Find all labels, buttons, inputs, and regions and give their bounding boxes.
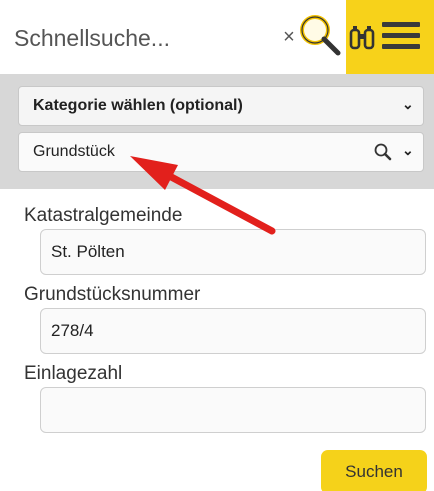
category-select-label: Kategorie wählen (optional) [33,97,243,114]
einlagezahl-field[interactable] [40,387,426,433]
hamburger-menu-icon[interactable] [382,22,420,54]
page: × Kategorie wählen (optional) ⌄ Grundstü… [0,0,434,491]
search-submit-button[interactable]: Suchen [321,450,427,491]
grundstuecksnummer-field[interactable] [40,308,426,354]
katastralgemeinde-label: Katastralgemeinde [24,205,183,226]
katastralgemeinde-field[interactable] [40,229,426,275]
quick-search-input[interactable] [14,18,276,58]
magnifier-icon[interactable] [298,13,342,57]
chevron-down-icon: ⌄ [402,142,414,158]
einlagezahl-label: Einlagezahl [24,363,123,384]
category-select[interactable]: Kategorie wählen (optional) ⌄ [18,86,424,126]
search-icon[interactable] [373,142,393,162]
binoculars-icon[interactable] [348,24,376,52]
close-icon[interactable]: × [282,27,296,47]
object-type-value: Grundstück [33,143,115,160]
grundstuecksnummer-label: Grundstücksnummer [24,284,201,305]
chevron-down-icon: ⌄ [402,96,414,112]
filter-panel: Kategorie wählen (optional) ⌄ Grundstück… [0,74,434,189]
object-type-select[interactable]: Grundstück ⌄ [18,132,424,172]
